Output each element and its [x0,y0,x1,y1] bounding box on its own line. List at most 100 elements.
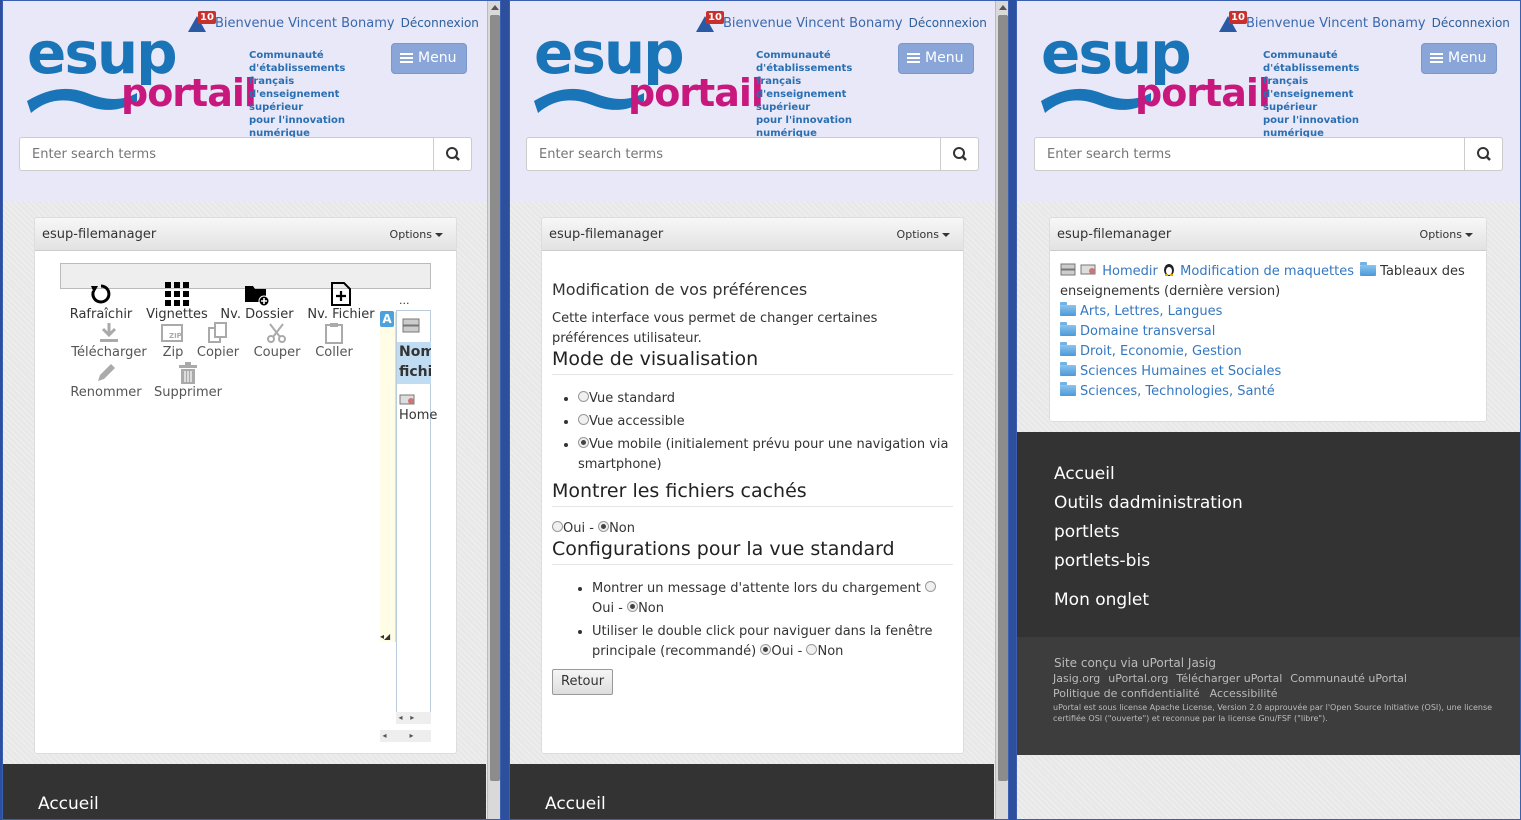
menu-button[interactable]: Menu [391,43,467,74]
breadcrumb: Homedir Modification de maquettes Tablea… [1060,262,1480,302]
breadcrumb-maquettes[interactable]: Modification de maquettes [1180,264,1354,279]
logo-tagline: Communauté d'établissements français d'ens… [249,50,346,139]
hamburger-icon [907,51,920,65]
hidden-files-title: Montrer les fichiers cachés [552,481,953,507]
nav-accueil[interactable]: Accueil [38,794,99,814]
logo-portail-text: portail [1135,71,1271,115]
radio-wait-oui[interactable] [924,581,936,592]
mode-accessible[interactable]: Vue accessible [578,412,953,432]
notification-badge: 10 [706,11,724,24]
footer-link[interactable]: Politique de confidentialité [1053,687,1200,700]
radio-accessible[interactable] [578,414,589,425]
nav-mon-onglet[interactable]: Mon onglet [1054,586,1243,615]
home-item[interactable]: Home [399,408,437,423]
folder-item[interactable]: Domaine transversal [1060,322,1480,342]
breadcrumb-homedir[interactable]: Homedir [1102,264,1158,279]
folder-icon [1060,382,1076,396]
esup-logo[interactable]: esup portail Communauté d'établissements … [534,23,894,139]
nav-accueil[interactable]: Accueil [545,794,606,814]
rename-button[interactable]: Renommer [69,362,143,400]
scissors-icon [267,323,286,343]
mode-section-title: Mode de visualisation [552,349,953,375]
radio-mobile[interactable] [578,437,589,448]
mode-standard[interactable]: Vue standard [578,389,953,409]
server-icon[interactable] [1060,263,1076,276]
thumbnails-button[interactable]: Vignettes [145,282,209,322]
nav-accueil[interactable]: Accueil [1054,460,1243,489]
search-input[interactable] [20,138,432,170]
config-double-click: Utiliser le double click pour naviguer d… [592,622,953,662]
footer-link[interactable]: Communauté uPortal [1290,672,1407,685]
main-hscroll[interactable]: ◂ ▸ [380,730,431,742]
footer-link[interactable]: Jasig.org [1053,672,1100,685]
radio-hidden-oui[interactable] [552,521,563,532]
folder-item[interactable]: Arts, Lettres, Langues [1060,302,1480,322]
options-dropdown[interactable]: Options [390,228,443,241]
resize-handle[interactable]: ◂◢ [380,632,390,641]
trash-icon [179,362,197,384]
nav-portlets[interactable]: portlets [1054,518,1243,547]
logout-link[interactable]: Déconnexion [1432,16,1510,30]
search-input[interactable] [527,138,939,170]
tree-panel [380,312,396,642]
cut-button[interactable]: Couper [251,322,303,360]
logout-link[interactable]: Déconnexion [401,16,479,30]
copy-button[interactable]: Copier [195,322,241,360]
download-icon [100,323,118,342]
folder-item[interactable]: Sciences Humaines et Sociales [1060,362,1480,382]
new-folder-icon [245,286,270,306]
mode-mobile[interactable]: Vue mobile (initialement prévu pour une … [578,435,953,475]
back-button[interactable]: Retour [552,669,614,695]
nav-outils-admin[interactable]: Outils dadministration [1054,489,1243,518]
new-folder-button[interactable]: Nv. Dossier [219,282,295,322]
download-button[interactable]: Télécharger [69,322,149,360]
footer-links-row2: Politique de confidentialité Accessibilit… [1053,687,1278,700]
folder-item[interactable]: Droit, Economie, Gestion [1060,342,1480,362]
pane-browser: 10 Bienvenue Vincent Bonamy Déconnexion e… [1016,0,1521,820]
portlet-title: esup-filemanager [1057,227,1172,242]
menu-button[interactable]: Menu [898,43,974,74]
nav-portlets-bis[interactable]: portlets-bis [1054,547,1243,576]
options-dropdown[interactable]: Options [897,228,950,241]
delete-button[interactable]: Supprimer [153,362,223,400]
folder-item[interactable]: Sciences, Technologies, Santé [1060,382,1480,402]
search-input[interactable] [1035,138,1463,170]
zip-button[interactable]: ZIP Zip [157,322,189,360]
new-file-button[interactable]: Nv. Fichier [305,282,377,322]
search-button[interactable] [1464,137,1503,171]
hamburger-icon [400,51,413,65]
radio-hidden-non[interactable] [598,521,610,532]
clipboard-icon [325,323,343,344]
license-text: uPortal est sous license Apache License,… [1053,703,1493,723]
portal-header: 10 Bienvenue Vincent Bonamy Déconnexion e… [3,1,500,201]
footer-link[interactable]: Accessibilité [1210,687,1278,700]
search-button[interactable] [433,137,472,171]
esup-logo[interactable]: esup portail Communauté d'établissements … [27,23,387,139]
pane1-scrollbar[interactable] [487,1,500,819]
radio-standard[interactable] [578,391,589,402]
file-list-header[interactable]: Nomfichi [397,342,431,384]
portlet-title: esup-filemanager [549,227,664,242]
search-box [526,137,979,171]
pane2-scrollbar[interactable] [995,1,1008,819]
a-tag[interactable]: A [380,311,394,327]
menu-button[interactable]: Menu [1421,43,1497,74]
folder-icon [1360,262,1377,276]
footer-link[interactable]: uPortal.org [1108,672,1168,685]
paste-button[interactable]: Coller [311,322,357,360]
esup-logo[interactable]: esup portail Communauté d'établissements … [1041,23,1401,139]
pref-heading: Modification de vos préférences [552,280,808,299]
radio-dblclick-non[interactable] [806,644,818,655]
radio-wait-non[interactable] [627,601,639,612]
logout-link[interactable]: Déconnexion [909,16,987,30]
linux-penguin-icon [1164,264,1175,276]
footer-link[interactable]: Télécharger uPortal [1176,672,1282,685]
file-list-hscroll[interactable]: ◂ ▸ [396,712,431,724]
search-button[interactable] [940,137,979,171]
refresh-button[interactable]: Rafraîchir [69,282,133,322]
screen: 10 Bienvenue Vincent Bonamy Déconnexion e… [0,0,1521,820]
nav-footer: Accueil [510,764,994,819]
logo-portail-text: portail [121,71,257,115]
radio-dblclick-oui[interactable] [760,644,772,655]
options-dropdown[interactable]: Options [1420,228,1473,241]
